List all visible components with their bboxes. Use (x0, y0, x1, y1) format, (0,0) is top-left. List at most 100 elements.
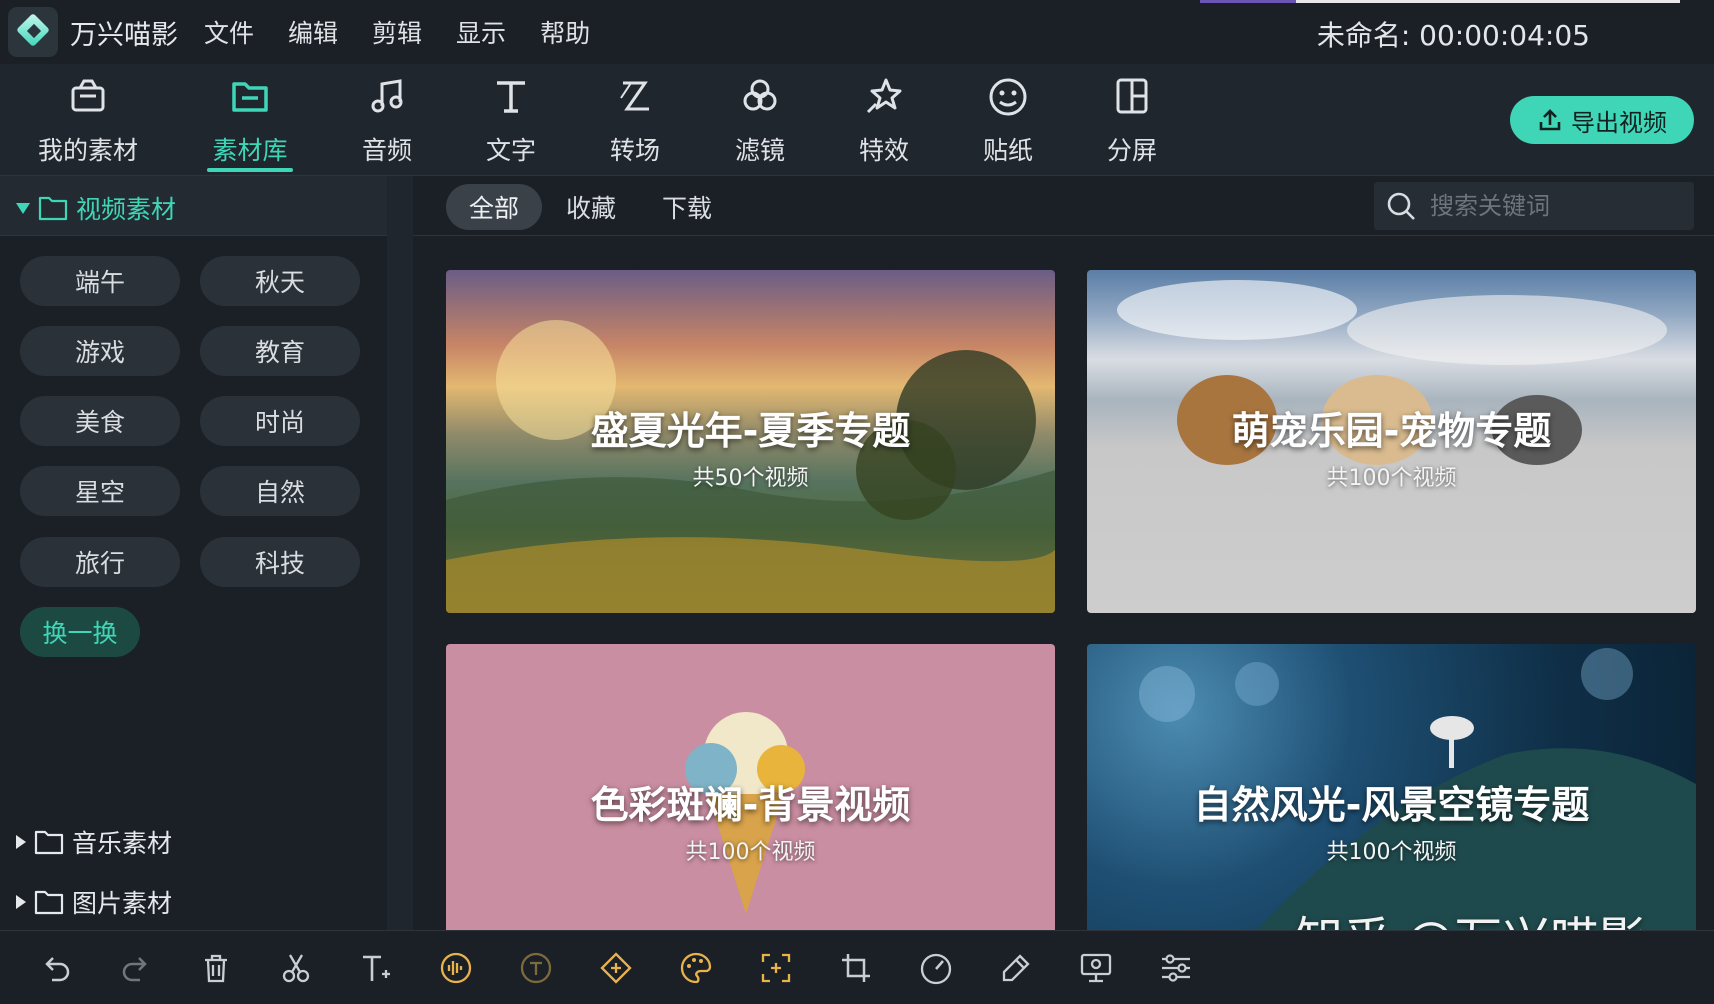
card-title: 自然风光-风景空镜专题 (1193, 783, 1590, 827)
color-picker-button[interactable] (996, 948, 1036, 988)
speed-button[interactable] (916, 948, 956, 988)
loading-progress (1200, 0, 1680, 3)
search-input[interactable] (1430, 192, 1670, 220)
folder-music-materials[interactable]: 音乐素材 (16, 824, 172, 860)
split-screen-icon (1116, 78, 1148, 114)
card-title: 色彩斑斓-背景视频 (590, 783, 911, 827)
tool-sticker[interactable]: 贴纸 (953, 64, 1063, 174)
audio-wave-icon (440, 952, 472, 984)
tag-autumn[interactable]: 秋天 (200, 256, 360, 306)
active-tab-underline (207, 168, 293, 172)
tool-label: 我的素材 (37, 136, 138, 165)
collection-card-pets[interactable]: 萌宠乐园-宠物专题 共100个视频 (1087, 270, 1696, 613)
eyedropper-icon (1002, 954, 1030, 982)
export-upload-icon (1539, 109, 1561, 131)
delete-button[interactable] (196, 948, 236, 988)
transition-icon (620, 81, 649, 111)
tool-filter[interactable]: 滤镜 (705, 64, 815, 174)
folder-icon (232, 82, 268, 112)
collection-card-colorful[interactable]: 色彩斑斓-背景视频 共100个视频 (446, 644, 1055, 930)
menu-edit[interactable]: 编辑 (288, 14, 338, 50)
audio-edit-button[interactable] (436, 948, 476, 988)
music-note-icon (371, 79, 403, 113)
color-correction-button[interactable] (676, 948, 716, 988)
tool-effects[interactable]: 特效 (829, 64, 939, 174)
text-icon (497, 81, 525, 113)
tab-all[interactable]: 全部 (446, 184, 542, 230)
speech-to-text-button[interactable] (516, 948, 556, 988)
tag-duanwu[interactable]: 端午 (20, 256, 180, 306)
tool-label: 素材库 (212, 136, 288, 165)
folder-image-materials[interactable]: 图片素材 (16, 884, 172, 920)
tag-starry-sky[interactable]: 星空 (20, 466, 180, 516)
folder-icon (34, 830, 64, 855)
tab-favorites[interactable]: 收藏 (543, 184, 639, 230)
crop-icon (842, 954, 870, 982)
export-label: 导出视频 (1571, 108, 1667, 137)
folder-label: 音乐素材 (72, 829, 173, 858)
tag-education[interactable]: 教育 (200, 326, 360, 376)
refresh-tags-button[interactable]: 换一换 (20, 607, 140, 657)
tool-split-screen[interactable]: 分屏 (1077, 64, 1187, 174)
search-box[interactable] (1374, 182, 1694, 230)
tag-nature[interactable]: 自然 (200, 466, 360, 516)
tool-my-media[interactable]: 我的素材 (33, 64, 143, 174)
tag-technology[interactable]: 科技 (200, 537, 360, 587)
tag-game[interactable]: 游戏 (20, 326, 180, 376)
crop-button[interactable] (836, 948, 876, 988)
effects-star-icon (866, 78, 902, 114)
card-count: 共100个视频 (1326, 840, 1457, 865)
export-video-button[interactable]: 导出视频 (1510, 96, 1694, 144)
tool-audio[interactable]: 音频 (332, 64, 442, 174)
tool-label: 音频 (361, 136, 412, 165)
tool-transition[interactable]: 转场 (580, 64, 690, 174)
menu-clip[interactable]: 剪辑 (372, 14, 422, 50)
search-icon (1387, 192, 1415, 220)
card-title: 盛夏光年-夏季专题 (590, 409, 911, 453)
speed-icon (920, 953, 952, 985)
add-text-button[interactable] (356, 948, 396, 988)
menu-file[interactable]: 文件 (204, 14, 254, 50)
undo-button[interactable] (36, 948, 76, 988)
collection-card-scenery[interactable]: 自然风光-风景空镜专题 共100个视频 (1087, 644, 1696, 930)
app-name: 万兴喵影 (70, 19, 178, 51)
project-title: 未命名: 00:00:04:05 (1316, 19, 1590, 52)
speech-icon (520, 952, 552, 984)
adjust-icon (1162, 954, 1190, 982)
stabilize-button[interactable] (756, 948, 796, 988)
card-count: 共100个视频 (1326, 466, 1457, 491)
tool-media-library[interactable]: 素材库 (195, 64, 305, 174)
color-palette-icon (680, 952, 712, 984)
sticker-smiley-icon (989, 78, 1027, 116)
folder-video-materials[interactable]: 视频素材 (16, 190, 176, 226)
folder-icon (34, 890, 64, 915)
tag-food[interactable]: 美食 (20, 396, 180, 446)
tab-downloads[interactable]: 下载 (639, 184, 735, 230)
media-library-content: 全部 收藏 下载 盛夏光年-夏季专题 共50个视频 萌宠乐园-宠物专题 共100… (413, 176, 1714, 930)
tag-fashion[interactable]: 时尚 (200, 396, 360, 446)
menu-view[interactable]: 显示 (456, 14, 506, 50)
filter-icon (743, 79, 777, 111)
keyframe-button[interactable] (596, 948, 636, 988)
app-logo-icon (8, 7, 58, 57)
folder-icon (38, 196, 68, 221)
delete-icon (205, 954, 227, 983)
chevron-down-icon (16, 202, 30, 214)
tool-text[interactable]: 文字 (456, 64, 566, 174)
screen-record-button[interactable] (1076, 948, 1116, 988)
card-count: 共50个视频 (692, 466, 809, 491)
keyframe-icon (600, 952, 632, 984)
undo-icon (45, 957, 70, 982)
adjust-button[interactable] (1156, 948, 1196, 988)
menu-help[interactable]: 帮助 (540, 14, 590, 50)
panel-divider[interactable] (387, 176, 413, 930)
cut-button[interactable] (276, 948, 316, 988)
tool-label: 滤镜 (734, 136, 785, 165)
stabilize-icon (761, 953, 791, 983)
redo-button[interactable] (116, 948, 156, 988)
folder-label: 图片素材 (72, 889, 173, 918)
collection-card-summer[interactable]: 盛夏光年-夏季专题 共50个视频 (446, 270, 1055, 613)
card-title: 萌宠乐园-宠物专题 (1231, 409, 1552, 453)
text-add-icon (363, 955, 390, 981)
tag-travel[interactable]: 旅行 (20, 537, 180, 587)
